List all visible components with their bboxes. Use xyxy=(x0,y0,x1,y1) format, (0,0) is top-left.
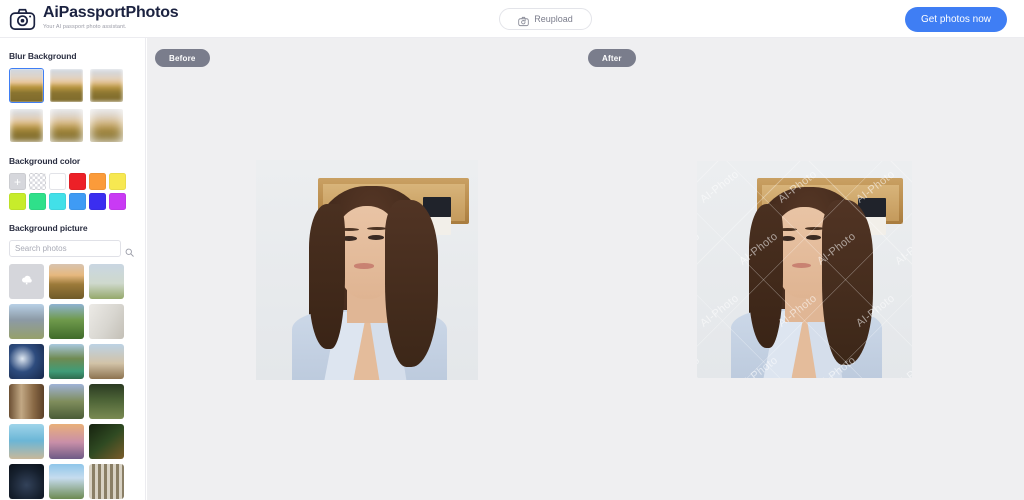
color-swatch-lime[interactable] xyxy=(9,193,26,210)
blur-option-4[interactable] xyxy=(9,108,44,143)
get-photos-button[interactable]: Get photos now xyxy=(904,7,1007,32)
portrait-original xyxy=(256,160,478,380)
brand-name: AiPassportPhotos xyxy=(43,4,179,21)
background-color-title: Background color xyxy=(9,156,81,166)
background-picture-grid xyxy=(9,264,136,499)
photo-blue-moon[interactable] xyxy=(9,344,44,379)
brand: AiPassportPhotos Your AI passport photo … xyxy=(9,5,179,32)
photo-wood-door[interactable] xyxy=(9,384,44,419)
sidebar: Blur Background Background color + Backg… xyxy=(0,38,146,500)
after-photo[interactable]: AI-Photo AI-Photo AI-Photo AI-Photo AI-Photo… xyxy=(697,161,912,378)
reupload-label: Reupload xyxy=(534,14,573,24)
color-swatch-cyan[interactable] xyxy=(49,193,66,210)
photo-flower-sunset[interactable] xyxy=(49,424,84,459)
photo-birch-forest[interactable] xyxy=(89,464,124,499)
color-swatch-white[interactable] xyxy=(49,173,66,190)
portrait-processed xyxy=(697,161,912,378)
cloud-upload-icon xyxy=(19,272,34,292)
blur-background-title: Blur Background xyxy=(9,51,77,61)
color-swatch-transparent[interactable] xyxy=(29,173,46,190)
background-color-grid: + xyxy=(9,173,136,210)
blur-option-1[interactable] xyxy=(9,68,44,103)
photo-white-interior[interactable] xyxy=(89,304,124,339)
search-photos-field[interactable] xyxy=(9,240,134,257)
color-swatch-yellow[interactable] xyxy=(109,173,126,190)
search-icon xyxy=(125,244,134,257)
blur-option-5[interactable] xyxy=(49,108,84,143)
blur-option-3[interactable] xyxy=(89,68,124,103)
photo-mountain-peak[interactable] xyxy=(9,304,44,339)
app-header: AiPassportPhotos Your AI passport photo … xyxy=(0,0,1024,38)
color-swatch-green[interactable] xyxy=(29,193,46,210)
reupload-button[interactable]: Reupload xyxy=(499,8,592,30)
color-swatch-indigo[interactable] xyxy=(89,193,106,210)
camera-icon xyxy=(9,7,36,31)
search-input[interactable] xyxy=(15,244,125,253)
photo-golden-field[interactable] xyxy=(49,264,84,299)
color-swatch-blue[interactable] xyxy=(69,193,86,210)
photo-dark-foliage[interactable] xyxy=(89,424,124,459)
photo-night-sky[interactable] xyxy=(9,464,44,499)
before-photo[interactable] xyxy=(256,160,478,380)
blur-option-2[interactable] xyxy=(49,68,84,103)
photo-green-car[interactable] xyxy=(49,344,84,379)
blur-option-6[interactable] xyxy=(89,108,124,143)
camera-refresh-icon xyxy=(518,14,529,26)
color-swatch-red[interactable] xyxy=(69,173,86,190)
add-color-button[interactable]: + xyxy=(9,173,26,190)
photo-hilltop-castle[interactable] xyxy=(49,384,84,419)
photo-beach-pier[interactable] xyxy=(9,424,44,459)
before-label[interactable]: Before xyxy=(155,49,210,67)
photo-tree-shade[interactable] xyxy=(89,384,124,419)
preview-canvas: Before After AI-Photo AI-Photo AI-Photo … xyxy=(147,38,1024,500)
brand-tagline: Your AI passport photo assistant. xyxy=(43,24,127,30)
after-label[interactable]: After xyxy=(588,49,636,67)
upload-photo-button[interactable] xyxy=(9,264,44,299)
photo-green-hills[interactable] xyxy=(49,304,84,339)
background-picture-title: Background picture xyxy=(9,223,88,233)
photo-desert-plain[interactable] xyxy=(89,344,124,379)
color-swatch-orange[interactable] xyxy=(89,173,106,190)
photo-cloud-park[interactable] xyxy=(49,464,84,499)
photo-lone-tree[interactable] xyxy=(89,264,124,299)
color-swatch-magenta[interactable] xyxy=(109,193,126,210)
blur-background-grid xyxy=(9,68,136,143)
